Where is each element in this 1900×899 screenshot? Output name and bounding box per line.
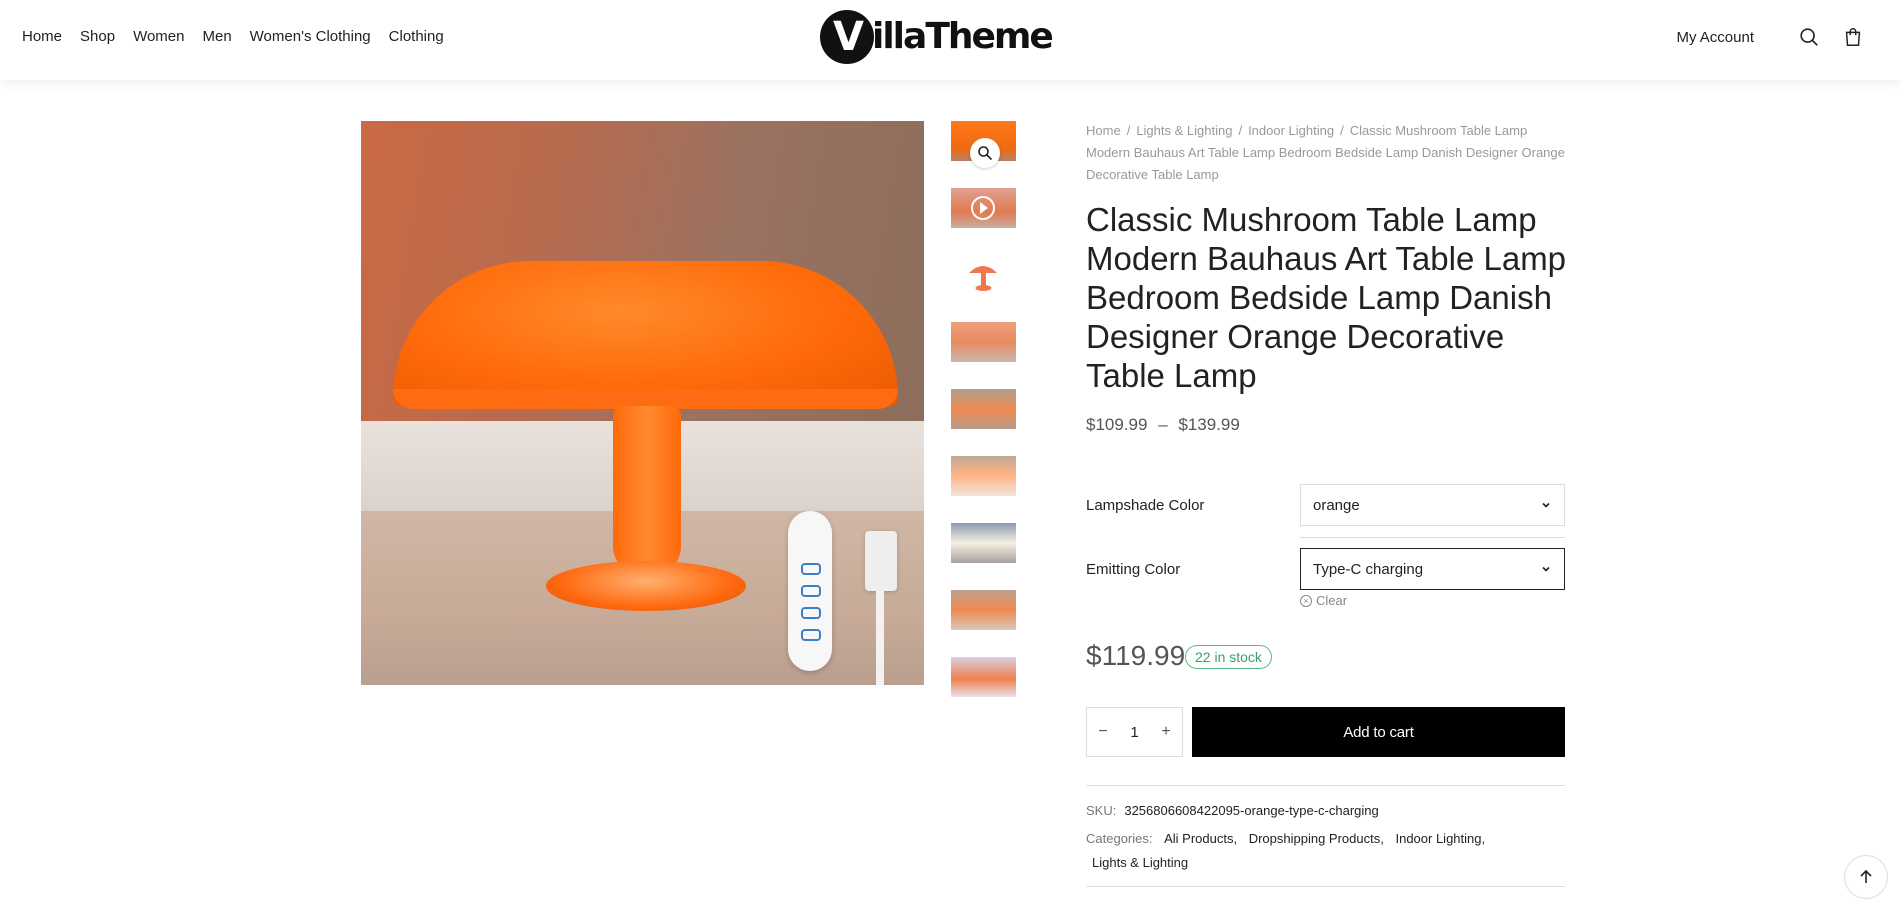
emitting-color-select[interactable]: Type-C charging xyxy=(1300,548,1565,590)
variation-label: Emitting Color xyxy=(1086,560,1181,578)
product-sku: SKU: 3256806608422095-orange-type-c-charg… xyxy=(1086,803,1379,818)
clear-label: Clear xyxy=(1316,593,1348,608)
play-icon xyxy=(971,196,995,220)
gallery-thumb[interactable] xyxy=(951,322,1016,362)
lamp-base xyxy=(546,561,746,611)
categories-label: Categories: xyxy=(1086,831,1153,846)
chevron-down-icon xyxy=(1542,566,1550,572)
price-range-high: $139.99 xyxy=(1178,415,1240,434)
gallery-thumbnails xyxy=(951,121,1017,724)
breadcrumb-separator: / xyxy=(1238,123,1243,138)
variation-lampshade-color: Lampshade Color orange xyxy=(1086,479,1565,531)
logo-text: illaTheme xyxy=(872,16,1054,57)
variation-divider xyxy=(1300,537,1565,538)
clear-variations-link[interactable]: × Clear xyxy=(1300,593,1347,608)
zoom-icon[interactable] xyxy=(970,138,1000,168)
quantity-stepper: − 1 + xyxy=(1086,707,1183,757)
category-ali-products[interactable]: Ali Products, xyxy=(1164,831,1237,846)
select-value: Type-C charging xyxy=(1313,560,1424,578)
quantity-decrease-button[interactable]: − xyxy=(1098,723,1107,741)
nav-shop[interactable]: Shop xyxy=(80,28,115,45)
quantity-increase-button[interactable]: + xyxy=(1161,723,1170,741)
my-account-link[interactable]: My Account xyxy=(1676,29,1754,46)
breadcrumb-separator: / xyxy=(1340,123,1344,138)
product-main-image[interactable] xyxy=(361,121,924,685)
breadcrumb-indoor-lighting[interactable]: Indoor Lighting xyxy=(1248,123,1334,138)
nav-home[interactable]: Home xyxy=(22,28,62,45)
selected-price: $119.99 xyxy=(1086,640,1186,671)
add-to-cart-button[interactable]: Add to cart xyxy=(1192,707,1565,757)
nav-women[interactable]: Women xyxy=(133,28,184,45)
sku-label: SKU: xyxy=(1086,803,1117,818)
variation-label: Lampshade Color xyxy=(1086,496,1205,514)
dimmer-remote xyxy=(788,511,832,671)
select-value: orange xyxy=(1313,496,1360,514)
gallery-thumb[interactable] xyxy=(951,255,1016,295)
scroll-to-top-button[interactable] xyxy=(1844,855,1888,899)
variation-emitting-color: Emitting Color Type-C charging xyxy=(1086,543,1565,595)
lamp-stem xyxy=(613,406,681,576)
magnifier-icon xyxy=(978,146,993,161)
category-lights-lighting[interactable]: Lights & Lighting xyxy=(1092,855,1188,870)
category-indoor-lighting[interactable]: Indoor Lighting, xyxy=(1395,831,1485,846)
meta-divider xyxy=(1086,785,1565,786)
arrow-up-icon xyxy=(1860,869,1872,883)
category-dropshipping-products[interactable]: Dropshipping Products, xyxy=(1249,831,1384,846)
price-range-separator: – xyxy=(1158,415,1168,434)
product-title: Classic Mushroom Table Lamp Modern Bauha… xyxy=(1086,201,1567,394)
product-categories: Categories: Ali Products, Dropshipping P… xyxy=(1086,827,1506,875)
meta-divider xyxy=(1086,886,1565,887)
breadcrumb-home[interactable]: Home xyxy=(1086,123,1121,138)
breadcrumb-separator: / xyxy=(1126,123,1131,138)
usb-cable xyxy=(876,591,884,685)
remote-button xyxy=(801,629,821,641)
close-circle-icon: × xyxy=(1300,594,1312,607)
nav-womens-clothing[interactable]: Women's Clothing xyxy=(250,28,371,45)
gallery-thumb[interactable] xyxy=(951,590,1016,630)
stock-badge: 22 in stock xyxy=(1185,645,1272,669)
gallery-thumb[interactable] xyxy=(951,389,1016,429)
price-range: $109.99 – $139.99 xyxy=(1086,415,1240,435)
cart-icon[interactable] xyxy=(1842,26,1864,48)
remote-button xyxy=(801,607,821,619)
lamp-shade xyxy=(393,261,898,406)
sku-value: 3256806608422095-orange-type-c-charging xyxy=(1124,803,1379,818)
remote-button xyxy=(801,563,821,575)
quantity-value[interactable]: 1 xyxy=(1130,724,1138,741)
breadcrumb: Home / Lights & Lighting / Indoor Lighting / C… xyxy=(1086,120,1566,186)
price-range-low: $109.99 xyxy=(1086,415,1148,434)
main-nav: Home Shop Women Men Women's Clothing Clo… xyxy=(22,28,462,45)
site-header: Home Shop Women Men Women's Clothing Clo… xyxy=(0,0,1900,80)
gallery-thumb[interactable] xyxy=(951,657,1016,697)
gallery-thumb[interactable] xyxy=(951,523,1016,563)
remote-button xyxy=(801,585,821,597)
gallery-thumb[interactable] xyxy=(951,456,1016,496)
nav-men[interactable]: Men xyxy=(202,28,231,45)
logo-mark: V xyxy=(820,10,874,64)
site-logo[interactable]: V illaTheme xyxy=(820,10,1054,68)
search-icon[interactable] xyxy=(1798,26,1820,48)
breadcrumb-lights-lighting[interactable]: Lights & Lighting xyxy=(1136,123,1232,138)
chevron-down-icon xyxy=(1542,502,1550,508)
gallery-thumb-video[interactable] xyxy=(951,188,1016,228)
lampshade-color-select[interactable]: orange xyxy=(1300,484,1565,526)
nav-clothing[interactable]: Clothing xyxy=(389,28,444,45)
usb-plug xyxy=(865,531,897,591)
thumb-lamp xyxy=(969,266,997,291)
header-actions: My Account xyxy=(1676,26,1864,48)
